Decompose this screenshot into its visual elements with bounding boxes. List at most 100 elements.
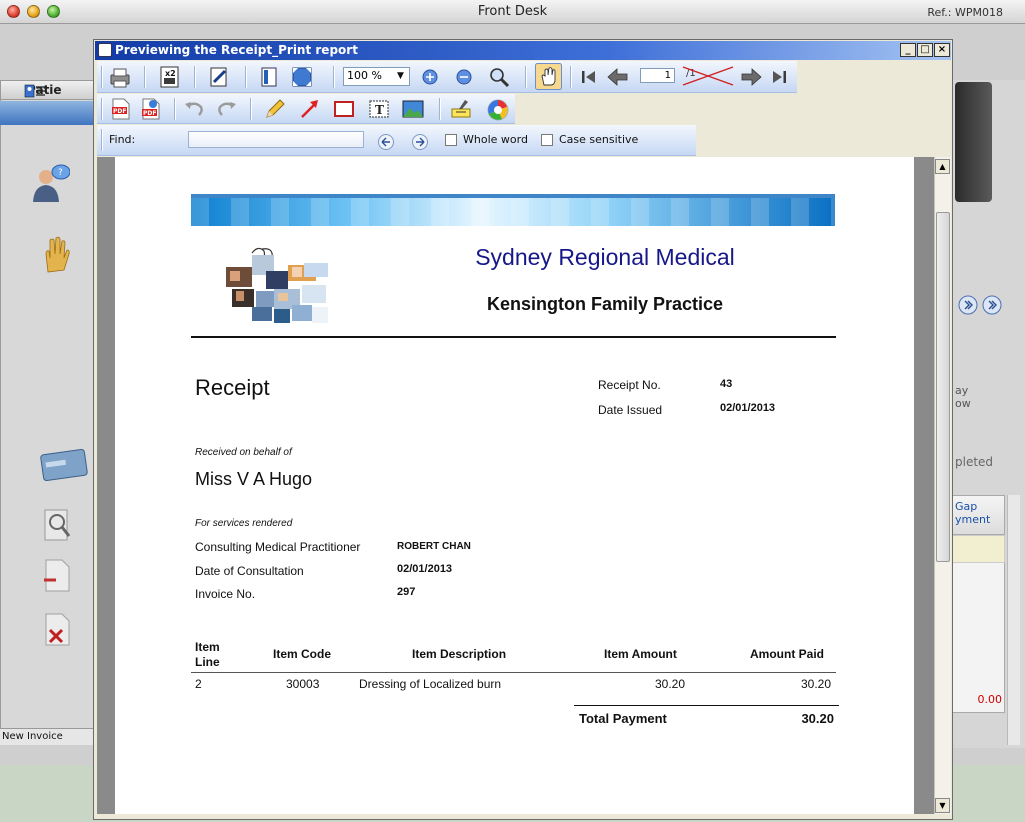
page-number-input[interactable]: 1	[640, 68, 675, 83]
receipt-no-value: 43	[720, 378, 733, 390]
gap-header-line-2: yment	[955, 513, 991, 526]
gap-payment-header[interactable]: Gap yment	[952, 495, 1005, 535]
highlighter-icon[interactable]	[449, 97, 473, 121]
right-table-scrollbar[interactable]	[1007, 495, 1020, 745]
svg-text:PDF: PDF	[113, 108, 126, 115]
invoice-no-label: Invoice No.	[195, 587, 256, 601]
whole-word-label: Whole word	[463, 133, 528, 146]
receipt-title: Receipt	[195, 375, 270, 400]
behalf-caption: Received on behalf of	[195, 447, 292, 458]
find-next-icon[interactable]	[411, 133, 429, 151]
table-row-highlight[interactable]	[952, 535, 1005, 563]
color-picker-icon[interactable]	[485, 97, 511, 123]
left-panel-header	[0, 101, 94, 125]
dialog-title: Previewing the Receipt_Print report	[115, 43, 358, 57]
delete-document-icon[interactable]	[42, 612, 72, 648]
svg-text:T: T	[375, 103, 384, 117]
first-page-icon[interactable]	[578, 66, 600, 88]
row-item-code: 30003	[286, 677, 320, 691]
table-row: 2 30003 Dressing of Localized burn 30.20…	[191, 676, 836, 696]
practitioner-label: Consulting Medical Practitioner	[195, 540, 361, 554]
services-caption: For services rendered	[195, 518, 293, 529]
header-divider	[191, 336, 836, 338]
single-page-icon[interactable]	[257, 65, 281, 89]
hand-stop-icon[interactable]	[36, 234, 76, 274]
text-annotation-icon[interactable]: T	[367, 97, 391, 121]
column-item-amount: Item Amount	[604, 647, 677, 661]
practitioner-value: ROBERT CHAN	[397, 541, 471, 552]
invoice-no-value: 297	[397, 586, 416, 598]
row-item-description: Dressing of Localized burn	[359, 677, 502, 691]
whole-word-checkbox[interactable]	[445, 134, 457, 146]
row-item-line: 2	[195, 677, 202, 691]
app-ref-code: Ref.: WPM018	[927, 6, 1003, 19]
row-amount-paid: 30.20	[800, 677, 831, 691]
gap-header-line-1: Gap	[955, 500, 978, 513]
status-bar-text: New Invoice	[0, 728, 94, 745]
consultation-date-label: Date of Consultation	[195, 564, 304, 578]
svg-text:x2: x2	[165, 69, 176, 78]
column-item-line-1: Item	[195, 640, 220, 654]
gap-payment-value: 0.00	[977, 693, 1003, 706]
forward-nav-icons[interactable]	[958, 293, 1004, 317]
pdf-email-icon[interactable]: PDF	[139, 97, 163, 121]
image-annotation-icon[interactable]	[401, 97, 425, 121]
dialog-close-button[interactable]: ×	[934, 43, 950, 57]
patient-enquiry-icon[interactable]: ?	[30, 162, 70, 202]
magnifier-icon[interactable]	[487, 65, 511, 89]
medical-photo-collage	[226, 247, 328, 323]
zoom-value: 100 %	[347, 69, 382, 82]
case-sensitive-checkbox[interactable]	[541, 134, 553, 146]
column-item-line-2: Line	[195, 655, 220, 669]
payment-card-icon[interactable]	[40, 446, 90, 482]
invalid-page-cross-icon	[682, 66, 734, 86]
dialog-maximize-button[interactable]: □	[917, 43, 933, 57]
column-item-description: Item Description	[412, 647, 507, 661]
right-dark-panel	[955, 82, 992, 202]
fit-page-icon[interactable]	[290, 65, 314, 89]
find-input[interactable]	[188, 131, 364, 148]
next-page-icon[interactable]	[739, 66, 763, 88]
rectangle-annotation-icon[interactable]	[332, 97, 356, 121]
zoom-out-icon[interactable]	[454, 67, 474, 87]
last-page-icon[interactable]	[768, 66, 790, 88]
patient-list-icon	[24, 84, 45, 98]
patient-name: Miss V A Hugo	[195, 469, 313, 489]
hand-tool-icon[interactable]	[535, 63, 562, 90]
find-label: Find:	[109, 133, 136, 146]
app-title: Front Desk	[477, 4, 548, 19]
edit-report-icon[interactable]	[207, 65, 231, 89]
case-sensitive-label: Case sensitive	[559, 133, 639, 146]
total-payment-label: Total Payment	[579, 711, 667, 726]
consultation-date-value: 02/01/2013	[397, 563, 453, 575]
right-text-completed: pleted	[955, 455, 994, 469]
main-title-bar: Front Desk Ref.: WPM018	[0, 0, 1025, 24]
pencil-icon[interactable]	[263, 97, 287, 121]
arrow-annotation-icon[interactable]	[298, 97, 322, 121]
scroll-down-button[interactable]: ▼	[935, 798, 950, 813]
page-setup-icon[interactable]: x2	[158, 65, 182, 89]
zoom-in-icon[interactable]	[420, 67, 440, 87]
scroll-up-button[interactable]: ▲	[935, 159, 950, 174]
find-previous-icon[interactable]	[377, 133, 395, 151]
pdf-export-icon[interactable]: PDF	[109, 97, 133, 121]
right-text-pay-1: ay	[955, 384, 969, 397]
redo-icon[interactable]	[216, 98, 238, 120]
column-item-code: Item Code	[273, 647, 332, 661]
previous-page-icon[interactable]	[606, 66, 630, 88]
report-header-stripe	[191, 194, 835, 198]
print-icon[interactable]	[108, 65, 132, 89]
scrollbar-thumb[interactable]	[936, 212, 950, 562]
svg-text:?: ?	[58, 168, 63, 178]
table-header-rule	[191, 672, 836, 673]
remove-document-icon[interactable]	[42, 558, 72, 594]
receipt-no-label: Receipt No.	[598, 378, 661, 392]
undo-icon[interactable]	[183, 98, 205, 120]
tab-patients[interactable]: Patie	[0, 80, 94, 100]
svg-text:PDF: PDF	[143, 110, 156, 117]
search-document-icon[interactable]	[42, 508, 72, 544]
chevron-down-icon[interactable]: ▼	[393, 69, 408, 84]
dialog-minimize-button[interactable]: _	[900, 43, 916, 57]
row-item-amount: 30.20	[654, 677, 685, 691]
practice-name: Kensington Family Practice	[486, 294, 724, 314]
